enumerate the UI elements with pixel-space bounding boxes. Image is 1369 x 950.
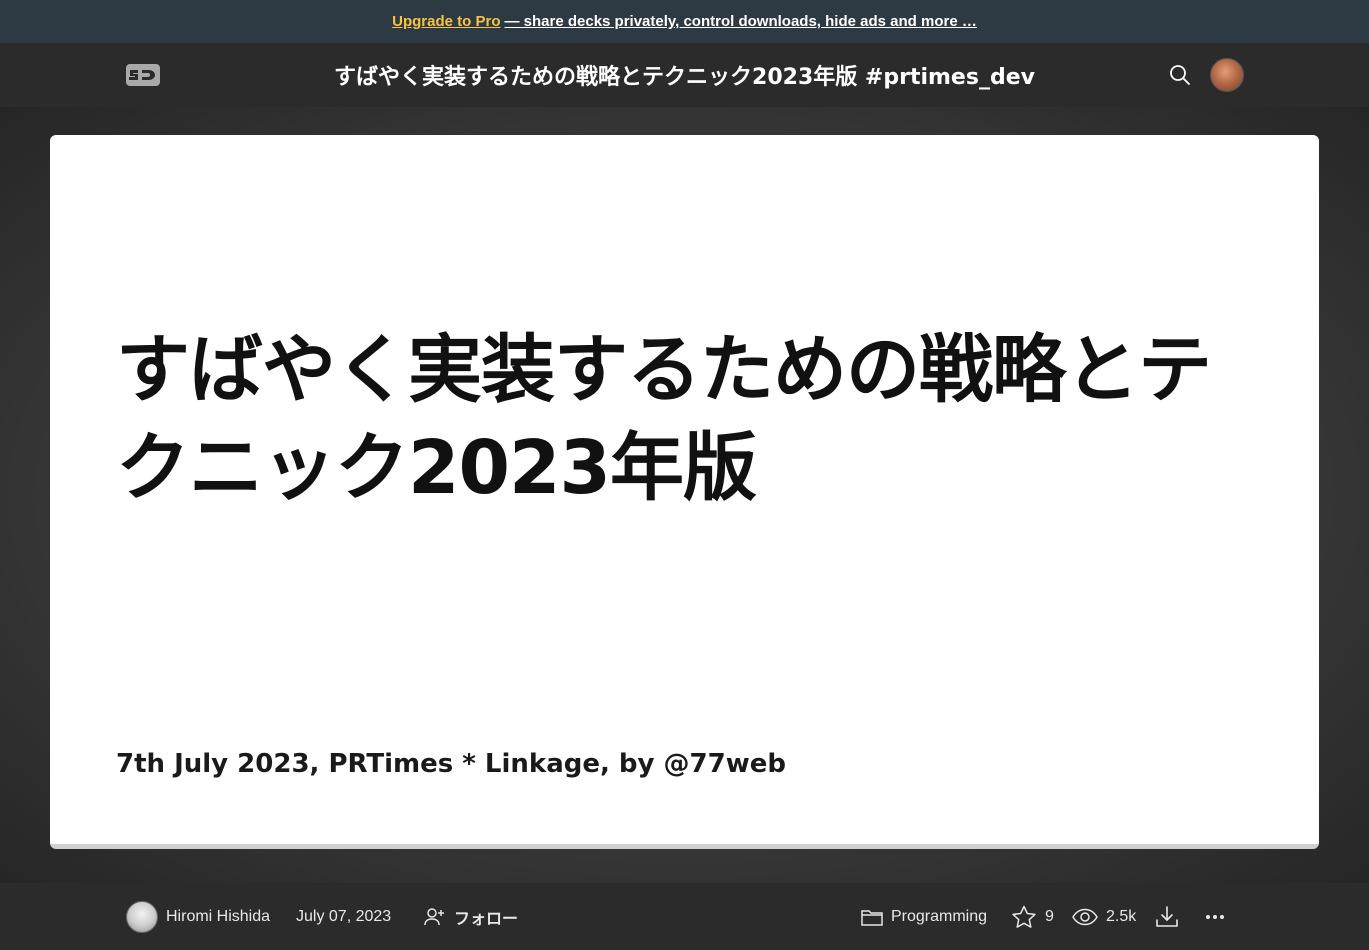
slide-subtitle: 7th July 2023, PRTimes * Linkage, by @77… — [116, 749, 786, 779]
eye-icon — [1072, 908, 1098, 926]
star-button[interactable]: 9 — [1011, 883, 1054, 950]
slide-stage: すばやく実装するための戦略とテクニック2023年版 7th July 2023,… — [0, 107, 1369, 883]
star-count: 9 — [1045, 907, 1054, 925]
author-name: Hiromi Hishida — [166, 907, 271, 925]
download-button[interactable] — [1155, 883, 1179, 950]
deck-footer: Hiromi Hishida July 07, 2023 フォロー Progra… — [0, 883, 1369, 950]
author-link[interactable]: Hiromi Hishida — [126, 883, 270, 950]
upgrade-banner: Upgrade to Pro — share decks privately, … — [0, 0, 1369, 43]
views-stat: 2.5k — [1072, 883, 1136, 950]
upgrade-description-link[interactable]: — share decks privately, control downloa… — [504, 13, 976, 30]
download-icon — [1155, 905, 1179, 929]
deck-title: すばやく実装するための戦略とテクニック2023年版 #prtimes_dev — [334, 65, 1035, 90]
top-header: すばやく実装するための戦略とテクニック2023年版 #prtimes_dev — [0, 43, 1369, 107]
deck-date: July 07, 2023 — [296, 907, 392, 925]
category-label: Programming — [891, 907, 988, 925]
follow-button[interactable]: フォロー — [424, 883, 518, 950]
slide-title: すばやく実装するための戦略とテクニック2023年版 — [116, 327, 1212, 511]
upgrade-link[interactable]: Upgrade to Pro — [392, 13, 500, 30]
slide[interactable]: すばやく実装するための戦略とテクニック2023年版 7th July 2023,… — [50, 135, 1319, 849]
views-count: 2.5k — [1106, 907, 1137, 925]
person-add-icon — [424, 907, 446, 927]
star-icon — [1011, 905, 1037, 929]
speakerdeck-logo[interactable] — [126, 64, 160, 86]
follow-label: フォロー — [454, 910, 519, 928]
more-icon — [1205, 914, 1225, 920]
more-button[interactable] — [1205, 883, 1225, 950]
user-avatar[interactable] — [1210, 58, 1244, 92]
folder-icon — [861, 908, 883, 926]
search-icon[interactable] — [1168, 63, 1192, 87]
category-link[interactable]: Programming — [861, 883, 987, 950]
author-avatar — [126, 900, 158, 933]
